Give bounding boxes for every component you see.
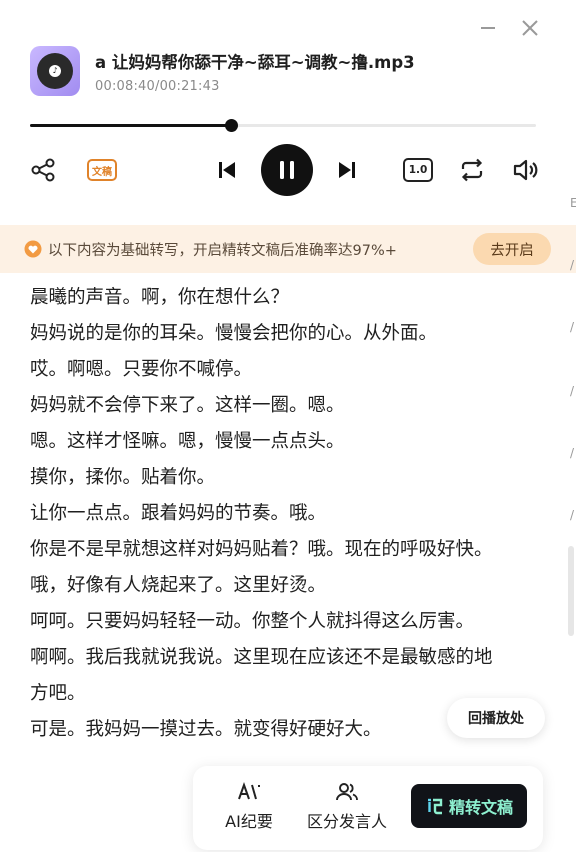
people-icon (336, 783, 358, 801)
next-button[interactable] (332, 140, 362, 200)
pause-icon (280, 161, 294, 179)
edge-glyph: / (570, 384, 575, 398)
upgrade-banner: 以下内容为基础转写，开启精转文稿后准确率达97%+ 去开启 (0, 225, 576, 273)
minimize-button[interactable] (476, 16, 500, 40)
close-button[interactable] (518, 16, 542, 40)
edge-glyph: / (570, 258, 575, 272)
edge-glyph: / (570, 446, 575, 460)
music-disc-icon: ♪ (37, 53, 73, 89)
transcript-line[interactable]: 你是不是早就想这样对妈妈贴着？哦。现在的呼吸好快。 (30, 532, 540, 568)
edge-glyph: / (570, 320, 575, 334)
track-time: 00:08:40/00:21:43 (95, 79, 220, 94)
speed-button[interactable]: 1.0 (402, 140, 434, 200)
banner-text: 以下内容为基础转写，开启精转文稿后准确率达97%+ (48, 243, 397, 259)
volume-button[interactable] (510, 140, 542, 200)
ai-summary-button[interactable]: AI纪要 (219, 782, 279, 832)
speaker-diarization-button[interactable]: 区分发言人 (301, 782, 393, 832)
pro-transcript-label: 精转文稿 (448, 798, 513, 817)
ai-icon (238, 782, 260, 800)
enable-pro-button[interactable]: 去开启 (473, 233, 551, 265)
scrollbar-thumb[interactable] (568, 546, 574, 636)
transcript-line[interactable]: 妈妈就不会停下来了。这样一圈。嗯。 (30, 388, 540, 424)
loop-button[interactable] (456, 140, 488, 200)
volume-icon (513, 159, 538, 181)
transcript-line[interactable]: 让你一点点。跟着妈妈的节奏。哦。 (30, 496, 540, 532)
progress-fill (30, 124, 232, 127)
pro-transcript-button[interactable]: 精转文稿 (411, 784, 527, 828)
speed-label: 1.0 (403, 158, 433, 182)
return-to-playback-button[interactable]: 回播放处 (447, 698, 545, 738)
previous-button[interactable] (212, 140, 242, 200)
play-pause-button[interactable] (261, 140, 313, 200)
edge-glyph: E (570, 196, 576, 210)
album-cover: ♪ (30, 46, 80, 96)
transcript: 晨曦的声音。啊，你在想什么？ 妈妈说的是你的耳朵。慢慢会把你的心。从外面。 哎。… (30, 280, 540, 748)
skip-previous-icon (219, 162, 235, 178)
transcript-line[interactable]: 妈妈说的是你的耳朵。慢慢会把你的心。从外面。 (30, 316, 540, 352)
ai-summary-label: AI纪要 (225, 812, 273, 831)
repeat-icon (461, 158, 483, 182)
track-header: ♪ a 让妈妈帮你舔干净~舔耳~调教~撸.mp3 00:08:40/00:21:… (30, 46, 530, 102)
share-button[interactable] (28, 140, 58, 200)
doc-button[interactable]: 文稿 (86, 140, 118, 200)
skip-next-icon (339, 162, 355, 178)
progress-knob[interactable] (225, 119, 239, 132)
transcript-line[interactable]: 哦，好像有人烧起来了。这里好烫。 (30, 568, 540, 604)
pro-doc-icon (427, 798, 443, 815)
share-icon (31, 158, 55, 182)
doc-label: 文稿 (87, 159, 117, 181)
transcript-line[interactable]: 哎。啊嗯。只要你不喊停。 (30, 352, 540, 388)
close-icon (522, 20, 538, 36)
bottom-toolbar: AI纪要 区分发言人 精转文稿 (193, 766, 543, 850)
speaker-diarization-label: 区分发言人 (306, 812, 387, 831)
heart-badge-icon (24, 240, 42, 258)
track-title: a 让妈妈帮你舔干净~舔耳~调教~撸.mp3 (95, 53, 415, 72)
playback-controls: 文稿 1.0 (0, 140, 576, 200)
progress-slider[interactable] (30, 118, 536, 132)
transcript-line[interactable]: 晨曦的声音。啊，你在想什么？ (30, 280, 540, 316)
transcript-line[interactable]: 呵呵。只要妈妈轻轻一动。你整个人就抖得这么厉害。 (30, 604, 540, 640)
transcript-line[interactable]: 嗯。这样才怪嘛。嗯，慢慢一点点头。 (30, 424, 540, 460)
transcript-line[interactable]: 啊啊。我后我就说我说。这里现在应该还不是最敏感的地 (30, 640, 540, 676)
transcript-line[interactable]: 摸你，揉你。贴着你。 (30, 460, 540, 496)
edge-glyph: / (570, 508, 575, 522)
minimize-icon (481, 27, 495, 29)
